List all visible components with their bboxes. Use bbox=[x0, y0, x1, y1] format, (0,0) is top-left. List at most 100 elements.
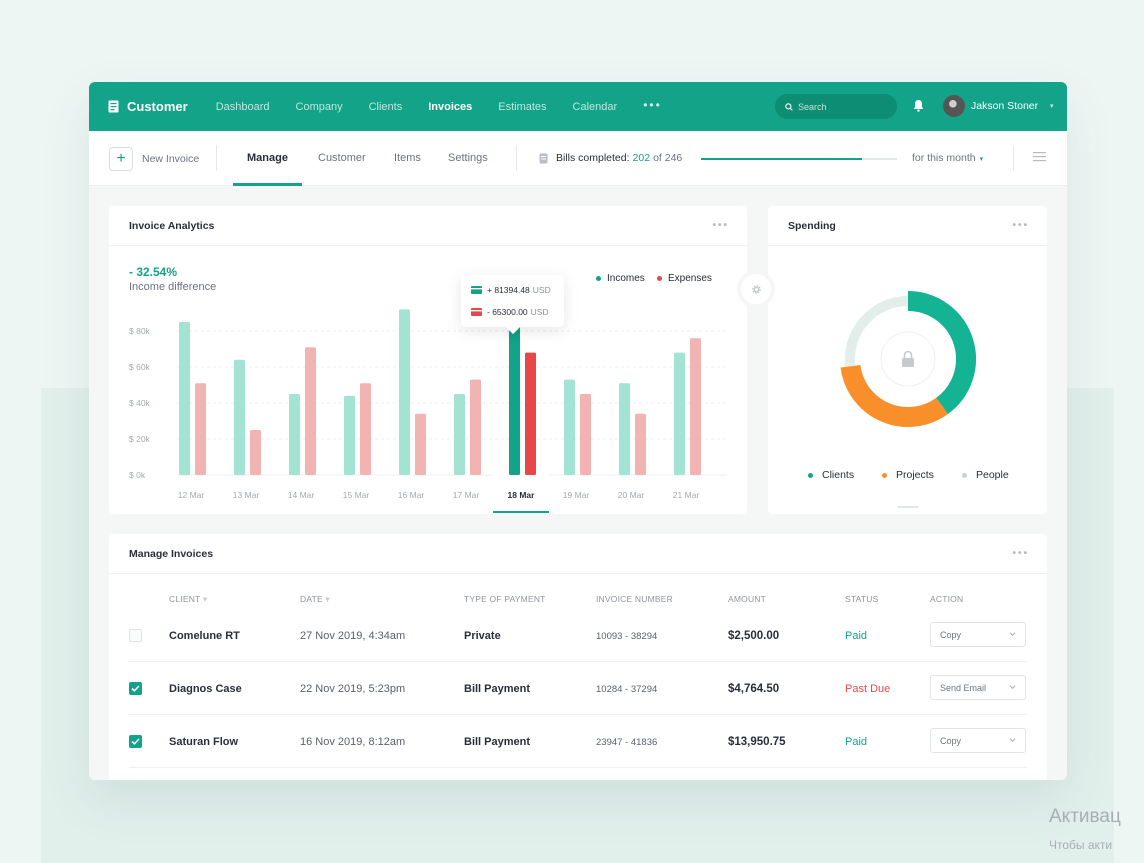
x-tick-label: 16 Mar bbox=[398, 490, 425, 500]
row-checkbox[interactable] bbox=[129, 682, 142, 695]
top-navbar: Customer Dashboard Company Clients Invoi… bbox=[89, 82, 1067, 131]
income-bar bbox=[509, 325, 520, 475]
payment-type: Bill Payment bbox=[464, 683, 531, 695]
bills-total: of 246 bbox=[653, 152, 683, 164]
column-label: DATE bbox=[300, 594, 323, 604]
nav-clients[interactable]: Clients bbox=[369, 101, 403, 113]
invoice-date: 16 Nov 2019, 8:12am bbox=[300, 736, 406, 748]
x-tick-label: 15 Mar bbox=[343, 490, 370, 500]
x-tick-label: 12 Mar bbox=[178, 490, 205, 500]
action-select[interactable]: Send Email bbox=[930, 675, 1026, 700]
column-header-amount: AMOUNT bbox=[728, 594, 767, 604]
chart-tooltip: + 81394.48 USD - 65300.00 USD bbox=[461, 275, 564, 335]
donut-chart bbox=[840, 291, 976, 427]
invoice-amount: $4,764.50 bbox=[728, 683, 780, 695]
legend-label: Projects bbox=[896, 469, 934, 481]
x-tick-label: 18 Mar bbox=[508, 490, 536, 500]
new-invoice-label: New Invoice bbox=[142, 153, 200, 165]
tooltip-unit: USD bbox=[532, 285, 551, 295]
legend-label: Clients bbox=[822, 469, 855, 481]
nav-dashboard[interactable]: Dashboard bbox=[216, 101, 270, 113]
legend-label: People bbox=[976, 469, 1009, 481]
brand[interactable]: Customer bbox=[108, 99, 188, 114]
y-tick-label: $ 80k bbox=[129, 326, 151, 336]
legend-people: People bbox=[962, 469, 1009, 481]
user-name[interactable]: Jakson Stoner bbox=[971, 100, 1038, 112]
card-header: Spending ••• bbox=[768, 206, 1047, 246]
x-tick-label: 21 Mar bbox=[673, 490, 700, 500]
chevron-down-icon bbox=[1009, 685, 1016, 689]
gear-icon bbox=[751, 284, 761, 294]
column-header-client[interactable]: CLIENT ▾ bbox=[169, 594, 207, 605]
invoice-number: 10284 - 37294 bbox=[596, 684, 658, 695]
status-badge: Past Due bbox=[845, 683, 891, 695]
y-tick-label: $ 20k bbox=[129, 434, 151, 444]
card-title: Spending bbox=[788, 219, 836, 232]
table-row: Diagnos Case 22 Nov 2019, 5:23pm Bill Pa… bbox=[129, 662, 1027, 715]
action-select[interactable]: Copy bbox=[930, 728, 1026, 753]
sort-icon: ▾ bbox=[325, 594, 330, 604]
plus-icon: + bbox=[109, 147, 133, 171]
chevron-down-icon: ▾ bbox=[979, 156, 984, 163]
chevron-down-icon[interactable]: ▾ bbox=[1050, 102, 1054, 110]
column-header-number: INVOICE NUMBER bbox=[596, 594, 673, 604]
expense-bar bbox=[250, 430, 261, 475]
action-select[interactable]: Copy bbox=[930, 622, 1026, 647]
column-label: CLIENT bbox=[169, 594, 201, 604]
legend-dot bbox=[962, 472, 967, 478]
legend-dot bbox=[808, 472, 813, 478]
period-dropdown[interactable]: for this month ▾ bbox=[912, 152, 983, 164]
x-tick-label: 14 Mar bbox=[288, 490, 315, 500]
nav-calendar[interactable]: Calendar bbox=[573, 101, 618, 113]
divider bbox=[516, 145, 517, 171]
document-icon bbox=[108, 100, 119, 113]
column-header-type: TYPE OF PAYMENT bbox=[464, 594, 546, 604]
tab-customer[interactable]: Customer bbox=[318, 152, 366, 164]
legend-clients: Clients bbox=[808, 469, 854, 481]
nav-estimates[interactable]: Estimates bbox=[498, 101, 546, 113]
more-options-icon[interactable]: ••• bbox=[1012, 548, 1029, 559]
income-bar bbox=[564, 379, 575, 475]
column-header-action: ACTION bbox=[930, 594, 964, 604]
income-bar bbox=[344, 395, 355, 475]
income-bar bbox=[619, 383, 630, 475]
avatar[interactable] bbox=[943, 95, 965, 117]
nav-more-button[interactable]: ••• bbox=[643, 98, 662, 112]
menu-icon[interactable] bbox=[1033, 151, 1046, 162]
nav-company[interactable]: Company bbox=[296, 101, 343, 113]
row-checkbox[interactable] bbox=[129, 735, 142, 748]
lock-icon bbox=[902, 358, 914, 367]
tab-manage[interactable]: Manage bbox=[247, 152, 288, 164]
more-options-icon[interactable]: ••• bbox=[1012, 220, 1029, 231]
income-bar bbox=[289, 394, 300, 475]
income-bar bbox=[674, 352, 685, 475]
row-checkbox[interactable] bbox=[129, 629, 142, 642]
y-tick-label: $ 40k bbox=[129, 398, 151, 408]
column-header-status: STATUS bbox=[845, 594, 879, 604]
search-input[interactable]: Search bbox=[775, 94, 897, 119]
payment-type: Bill Payment bbox=[464, 736, 531, 748]
highlight-underline bbox=[493, 511, 549, 513]
action-label: Copy bbox=[940, 629, 962, 640]
income-bar bbox=[454, 394, 465, 475]
expense-bar bbox=[470, 379, 481, 475]
tooltip-unit: USD bbox=[530, 307, 549, 317]
bills-label: Bills completed: bbox=[556, 152, 630, 164]
search-placeholder: Search bbox=[798, 101, 827, 112]
settings-button[interactable] bbox=[737, 270, 775, 308]
tab-items[interactable]: Items bbox=[394, 152, 421, 164]
card-title: Manage Invoices bbox=[129, 547, 214, 560]
bills-progress-bar bbox=[701, 158, 897, 160]
document-icon bbox=[539, 153, 548, 163]
new-invoice-button[interactable]: + New Invoice bbox=[109, 147, 199, 171]
invoice-number: 10093 - 38294 bbox=[596, 631, 658, 642]
client-name: Saturan Flow bbox=[169, 736, 239, 748]
tooltip-income-value: + 81394.48 bbox=[487, 285, 530, 295]
activation-watermark: Активац bbox=[1049, 806, 1121, 827]
expense-bar bbox=[635, 413, 646, 475]
tab-settings[interactable]: Settings bbox=[448, 152, 488, 164]
nav-invoices[interactable]: Invoices bbox=[428, 101, 472, 113]
card-icon bbox=[471, 286, 482, 294]
bell-icon[interactable] bbox=[913, 99, 924, 112]
column-header-date[interactable]: DATE ▾ bbox=[300, 594, 330, 605]
